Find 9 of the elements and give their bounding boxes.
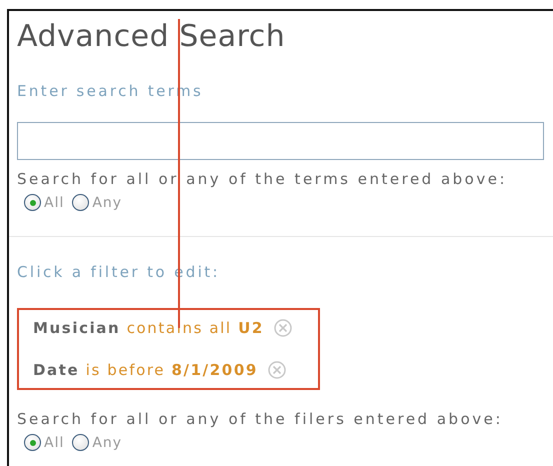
match-label: Search for all or any of the terms entered above: (17, 170, 508, 188)
radio-label[interactable]: All (44, 434, 64, 450)
radio-label[interactable]: Any (92, 434, 122, 450)
filter-link[interactable]: Musician contains all U2 (33, 319, 264, 337)
match-label: Search for all or any of the filers entered above: (17, 410, 504, 428)
radio-label[interactable]: Any (92, 194, 122, 210)
filter-link[interactable]: Date is before 8/1/2009 (33, 361, 258, 379)
radio-label[interactable]: All (44, 194, 64, 210)
page-title: Advanced Search (17, 19, 286, 55)
